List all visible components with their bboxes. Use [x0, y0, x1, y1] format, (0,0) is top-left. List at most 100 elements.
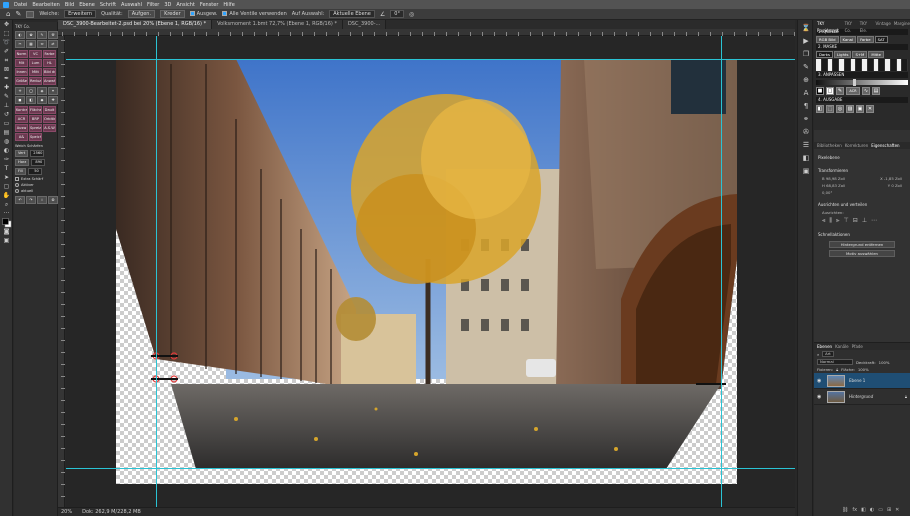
sun-icon[interactable]: ☀ — [15, 87, 25, 95]
layer-filter-select[interactable]: Art — [822, 351, 834, 357]
luminosity-zone-selector[interactable] — [816, 59, 908, 71]
white-square-icon[interactable]: □ — [826, 87, 834, 95]
layer-name[interactable]: Hintergrund — [849, 394, 873, 399]
horz-field[interactable]: 890 — [31, 159, 46, 166]
lum-button[interactable]: Lum — [29, 59, 42, 67]
speichern-button[interactable]: Speichern — [29, 133, 42, 141]
mitt-button[interactable]: Mitt — [29, 68, 42, 76]
quick-actions-title[interactable]: Schnellaktionen — [814, 230, 910, 239]
groesse-button[interactable]: Größe — [15, 77, 28, 85]
paragraph-icon[interactable]: ¶ — [800, 101, 812, 111]
menu-item-filter[interactable]: Filter — [147, 2, 159, 8]
brp-button[interactable]: BRP — [29, 115, 42, 123]
black-square-icon[interactable]: ■ — [816, 87, 824, 95]
reduz-button[interactable]: Reduz — [29, 77, 42, 85]
path-select-tool-icon[interactable]: ➤ — [1, 174, 12, 182]
vert-field[interactable]: 2560 — [30, 150, 45, 157]
history-brush-tool-icon[interactable]: ↺ — [1, 111, 12, 119]
tab-document-1[interactable]: DSC_3900-Bearbeitet-2.psd bei 20% (Ebene… — [58, 20, 213, 29]
house-icon[interactable]: ⌂ — [6, 10, 10, 18]
blend-mode-select[interactable]: Normal — [817, 359, 853, 365]
color-swatch-icon[interactable] — [1, 218, 12, 228]
ausw-button[interactable]: Ausw — [15, 124, 28, 132]
tab-pfade[interactable]: Pfade — [852, 343, 863, 350]
orbitinfo-button[interactable]: Orbitinfo — [43, 115, 56, 123]
play-icon[interactable]: ▶ — [800, 36, 812, 46]
move-tool-icon[interactable]: ✥ — [1, 21, 12, 29]
align-bottom-icon[interactable]: ⊥ — [862, 217, 867, 225]
fx-icon[interactable]: fx — [852, 507, 857, 513]
curve-icon[interactable]: ∿ — [862, 87, 870, 95]
scissor-icon[interactable]: ✂ — [15, 40, 25, 48]
photo-icon[interactable]: ▣ — [856, 105, 864, 113]
ruler-vertical[interactable] — [58, 36, 65, 507]
swap-icon[interactable]: ⇄ — [48, 40, 58, 48]
redo-icon[interactable]: ↷ — [26, 196, 36, 204]
square-icon[interactable]: ◼ — [15, 96, 25, 104]
align-center-icon[interactable]: ⫼ — [829, 217, 832, 225]
brush-tool-icon[interactable]: ✎ — [1, 93, 12, 101]
layer-row[interactable]: ◉ Hintergrund 🔒︎ — [814, 389, 910, 405]
bild-dupl-button[interactable]: Bild dupl — [43, 68, 56, 76]
brush-tool-icon[interactable]: ✎ — [15, 10, 21, 18]
mask-icon[interactable]: ◧ — [861, 507, 866, 513]
eye-icon[interactable]: ◉ — [817, 394, 823, 400]
select-subject-button[interactable]: Motiv auswählen — [829, 250, 895, 257]
acr-button[interactable]: ACR — [15, 115, 28, 123]
zoom-tool-icon[interactable]: ⌕ — [1, 201, 12, 209]
eye-icon[interactable]: ◉ — [817, 378, 823, 384]
vert-button[interactable]: Vert — [15, 150, 29, 157]
height-value[interactable]: 68,83 Zoll — [826, 183, 845, 188]
settings-icon[interactable]: ⚙ — [48, 196, 58, 204]
healing-tool-icon[interactable]: ✚ — [1, 84, 12, 92]
aufgen-button[interactable]: Aufgen. — [127, 10, 156, 18]
properties-icon[interactable]: ☰ — [800, 140, 812, 150]
dauit-button[interactable]: Dauit — [43, 106, 56, 114]
lasso-tool-icon[interactable]: ➰ — [1, 39, 12, 47]
brush-preset-picker[interactable] — [26, 10, 35, 18]
tab-tky-rapidmask[interactable]: TKY Rapidmask — [817, 20, 842, 33]
frame-tool-icon[interactable]: ⊠ — [1, 66, 12, 74]
kanal-button[interactable]: Kanal — [839, 36, 857, 43]
remove-background-button[interactable]: Hintergrund entfernen — [829, 241, 895, 248]
ruler-horizontal[interactable] — [58, 29, 795, 36]
trash-icon[interactable]: ✕ — [895, 507, 899, 513]
layer-mask-icon[interactable]: ◧ — [816, 105, 824, 113]
brush-settings-icon[interactable]: ✎ — [800, 62, 812, 72]
tab-eigenschaften[interactable]: Eigenschaften — [871, 142, 899, 149]
layer-name[interactable]: Ebene 1 — [849, 378, 865, 383]
layer-row[interactable]: ◉ Ebene 1 — [814, 373, 910, 389]
tab-tky-co[interactable]: TKY Co. — [845, 20, 857, 33]
more-tools-icon[interactable]: ··· — [1, 210, 12, 218]
quick-select-tool-icon[interactable]: ✐ — [1, 48, 12, 56]
history-icon[interactable]: ⌛ — [800, 23, 812, 33]
clone-source-icon[interactable]: ⊕ — [800, 75, 812, 85]
ausgew-checkbox[interactable]: Ausgew. — [189, 11, 217, 17]
tab-tky-ele[interactable]: TKY Ele. — [860, 20, 873, 33]
align-title[interactable]: Ausrichten und verteilen — [814, 200, 910, 209]
layers-icon[interactable]: ❐ — [800, 49, 812, 59]
fill-button[interactable]: Fill — [15, 168, 26, 175]
star-icon[interactable]: ✦ — [48, 87, 58, 95]
spreiz-button[interactable]: Spreiz — [29, 124, 42, 132]
character-icon[interactable]: A — [800, 88, 812, 98]
diamond-icon[interactable]: ◆ — [37, 96, 47, 104]
fill-icon[interactable]: ▨ — [846, 105, 854, 113]
menu-item-ebene[interactable]: Ebene — [79, 2, 95, 8]
width-value[interactable]: 98,98 Zoll — [826, 176, 845, 181]
tool-icon[interactable]: ⚒ — [48, 31, 58, 39]
more-icon[interactable]: ⋯ — [871, 217, 877, 225]
menu-item-hilfe[interactable]: Hilfe — [223, 2, 234, 8]
innen-button[interactable]: Innen — [15, 68, 28, 76]
palette-icon[interactable]: ✿ — [26, 31, 36, 39]
flaechen-button[interactable]: Flächen — [29, 106, 42, 114]
align-right-icon[interactable]: ⫸ — [836, 217, 839, 225]
vc-button[interactable]: VC — [29, 50, 42, 58]
adjustment-icon[interactable]: ◐ — [870, 507, 874, 513]
menu-item-ansicht[interactable]: Ansicht — [176, 2, 194, 8]
kreder-button[interactable]: Kreder — [160, 10, 185, 18]
tab-bibliotheken[interactable]: Bibliotheken — [817, 142, 842, 149]
paths-icon[interactable]: ✇ — [800, 127, 812, 137]
angle-field[interactable]: 0° — [390, 10, 404, 18]
menu-item-bild[interactable]: Bild — [65, 2, 74, 8]
